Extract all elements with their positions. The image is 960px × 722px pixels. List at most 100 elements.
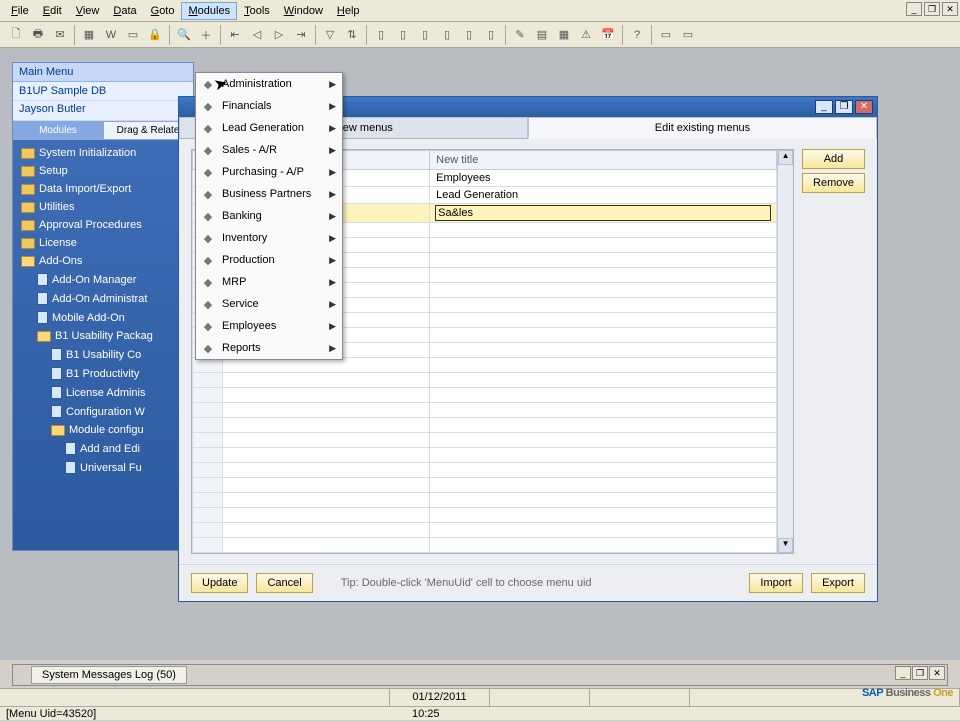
- empty-cell[interactable]: [223, 508, 430, 523]
- import-button[interactable]: Import: [749, 573, 803, 593]
- tree-item[interactable]: Add-Ons: [13, 252, 193, 270]
- tree-item[interactable]: Utilities: [13, 198, 193, 216]
- empty-cell[interactable]: [430, 418, 777, 433]
- empty-cell[interactable]: [430, 313, 777, 328]
- empty-cell[interactable]: [430, 238, 777, 253]
- empty-cell[interactable]: [193, 373, 223, 388]
- empty-cell[interactable]: [223, 403, 430, 418]
- scroll-down-button[interactable]: ▼: [778, 538, 793, 553]
- menu-modules[interactable]: Modules: [181, 2, 237, 20]
- help-icon[interactable]: ?: [627, 25, 647, 45]
- query-icon[interactable]: ▦: [554, 25, 574, 45]
- cell-new[interactable]: [430, 204, 777, 223]
- preview-icon[interactable]: 🗋: [6, 25, 26, 45]
- edit-icon[interactable]: ✎: [510, 25, 530, 45]
- empty-cell[interactable]: [223, 448, 430, 463]
- grid-scrollbar[interactable]: ▲ ▼: [777, 150, 793, 553]
- tab-modules[interactable]: Modules: [13, 121, 103, 140]
- empty-cell[interactable]: [430, 463, 777, 478]
- add-icon[interactable]: ＋: [196, 25, 216, 45]
- empty-cell[interactable]: [430, 523, 777, 538]
- layout-icon[interactable]: ▤: [532, 25, 552, 45]
- empty-cell[interactable]: [223, 433, 430, 448]
- doc4-icon[interactable]: ▯: [437, 25, 457, 45]
- tree-item[interactable]: Configuration W: [13, 402, 193, 421]
- remove-button[interactable]: Remove: [802, 173, 865, 193]
- dropdown-item[interactable]: ◆Lead Generation▶: [196, 117, 342, 139]
- empty-cell[interactable]: [193, 508, 223, 523]
- tree-item[interactable]: Add and Edi: [13, 439, 193, 458]
- table-row[interactable]: [193, 388, 777, 403]
- menu-tools[interactable]: Tools: [237, 2, 277, 20]
- tree-item[interactable]: Universal Fu: [13, 458, 193, 477]
- tree-item[interactable]: Data Import/Export: [13, 180, 193, 198]
- empty-cell[interactable]: [223, 463, 430, 478]
- syslog-close-button[interactable]: ✕: [929, 666, 945, 680]
- dropdown-item[interactable]: ◆Production▶: [196, 249, 342, 271]
- menu-help[interactable]: Help: [330, 2, 367, 20]
- email-icon[interactable]: ✉: [50, 25, 70, 45]
- table-row[interactable]: [193, 523, 777, 538]
- table-row[interactable]: [193, 508, 777, 523]
- dropdown-item[interactable]: ◆Service▶: [196, 293, 342, 315]
- table-row[interactable]: [193, 493, 777, 508]
- empty-cell[interactable]: [223, 418, 430, 433]
- dropdown-item[interactable]: ◆Administration▶: [196, 73, 342, 95]
- word-icon[interactable]: W: [101, 25, 121, 45]
- tree-item[interactable]: Setup: [13, 162, 193, 180]
- dropdown-item[interactable]: ◆Inventory▶: [196, 227, 342, 249]
- menu-view[interactable]: View: [69, 2, 107, 20]
- first-icon[interactable]: ⇤: [225, 25, 245, 45]
- dropdown-item[interactable]: ◆Purchasing - A/P▶: [196, 161, 342, 183]
- cell-new[interactable]: Lead Generation: [430, 187, 777, 204]
- prev-icon[interactable]: ◁: [247, 25, 267, 45]
- empty-cell[interactable]: [193, 478, 223, 493]
- dropdown-item[interactable]: ◆Banking▶: [196, 205, 342, 227]
- empty-cell[interactable]: [223, 373, 430, 388]
- table-row[interactable]: [193, 403, 777, 418]
- empty-cell[interactable]: [223, 523, 430, 538]
- doc3-icon[interactable]: ▯: [415, 25, 435, 45]
- tree-item[interactable]: Add-On Manager: [13, 270, 193, 289]
- last-icon[interactable]: ⇥: [291, 25, 311, 45]
- empty-cell[interactable]: [430, 448, 777, 463]
- doc5-icon[interactable]: ▯: [459, 25, 479, 45]
- empty-cell[interactable]: [430, 268, 777, 283]
- filter-icon[interactable]: ▽: [320, 25, 340, 45]
- empty-cell[interactable]: [223, 493, 430, 508]
- menu-data[interactable]: Data: [106, 2, 143, 20]
- next-icon[interactable]: ▷: [269, 25, 289, 45]
- doc2-icon[interactable]: ▯: [393, 25, 413, 45]
- excel-icon[interactable]: ▦: [79, 25, 99, 45]
- tree-item[interactable]: Approval Procedures: [13, 216, 193, 234]
- app-minimize-button[interactable]: _: [906, 2, 922, 16]
- menu-window[interactable]: Window: [277, 2, 330, 20]
- empty-cell[interactable]: [430, 223, 777, 238]
- table-row[interactable]: [193, 538, 777, 553]
- alert-icon[interactable]: ⚠: [576, 25, 596, 45]
- empty-cell[interactable]: [193, 493, 223, 508]
- lock-icon[interactable]: 🔒: [145, 25, 165, 45]
- menu-file[interactable]: File: [4, 2, 36, 20]
- empty-cell[interactable]: [223, 478, 430, 493]
- dropdown-item[interactable]: ◆Financials▶: [196, 95, 342, 117]
- menu-goto[interactable]: Goto: [144, 2, 182, 20]
- table-row[interactable]: [193, 448, 777, 463]
- tree-item[interactable]: License: [13, 234, 193, 252]
- doc6-icon[interactable]: ▯: [481, 25, 501, 45]
- empty-cell[interactable]: [430, 493, 777, 508]
- tree-item[interactable]: B1 Productivity: [13, 364, 193, 383]
- print-icon[interactable]: 🖶: [28, 25, 48, 45]
- empty-cell[interactable]: [193, 403, 223, 418]
- empty-cell[interactable]: [430, 283, 777, 298]
- empty-cell[interactable]: [193, 463, 223, 478]
- empty-cell[interactable]: [430, 388, 777, 403]
- empty-cell[interactable]: [430, 298, 777, 313]
- tree-item[interactable]: Mobile Add-On: [13, 308, 193, 327]
- cancel-button[interactable]: Cancel: [256, 573, 312, 593]
- scroll-up-button[interactable]: ▲: [778, 150, 793, 165]
- doc1-icon[interactable]: ▯: [371, 25, 391, 45]
- table-row[interactable]: [193, 373, 777, 388]
- export-button[interactable]: Export: [811, 573, 865, 593]
- empty-cell[interactable]: [193, 523, 223, 538]
